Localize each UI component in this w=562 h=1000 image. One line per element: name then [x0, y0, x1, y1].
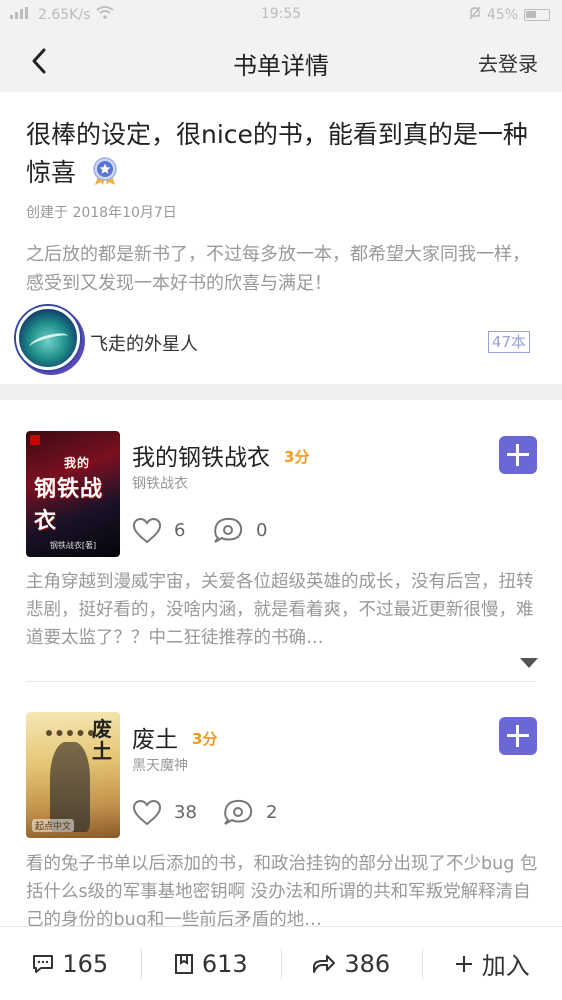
comments-count: 165 — [62, 949, 109, 978]
medal-icon — [90, 156, 120, 186]
book-score: 3分 — [192, 730, 218, 748]
booklist-header: 很棒的设定，很nice的书，能看到真的是一种惊喜 创建于 2018年10月7日 … — [0, 92, 562, 384]
book-score: 3分 — [284, 448, 310, 466]
comment-count: 2 — [266, 802, 278, 823]
book-title-text: 我的钢铁战衣 — [132, 445, 270, 471]
heart-icon — [132, 799, 162, 826]
book-item[interactable]: 我的 钢铁战衣 钢铁战衣[著] 我的钢铁战衣 3分 钢铁战衣 6 0 主角穿越到漫… — [0, 400, 562, 682]
booklist-title: 很棒的设定，很nice的书，能看到真的是一种惊喜 — [26, 116, 541, 192]
add-book-button[interactable] — [499, 717, 537, 755]
cover-subtitle: 钢铁战衣[著] — [49, 541, 97, 550]
bookmark-icon — [174, 953, 193, 974]
heart-icon — [132, 517, 162, 544]
like-count: 38 — [174, 802, 197, 823]
comment-bubble-icon — [33, 954, 54, 973]
mute-icon — [469, 6, 481, 24]
nav-bar: 书单详情 去登录 — [0, 30, 562, 92]
status-bar: 2.65K/s 19:55 45% — [0, 0, 562, 30]
author-name[interactable]: 飞走的外星人 — [90, 330, 198, 356]
expand-icon[interactable] — [520, 658, 538, 668]
battery-level: 45% — [486, 7, 518, 23]
booklist-description: 之后放的都是新书了，不过每多放一本，都希望大家同我一样，感受到又发现一本好书的欣… — [26, 244, 530, 294]
cover-title: 废土 — [92, 717, 112, 763]
cover-title: 钢铁战衣 — [34, 477, 104, 534]
join-button[interactable]: 加入 — [421, 927, 562, 1000]
book-count-badge: 47本 — [487, 331, 530, 353]
share-button[interactable]: 386 — [281, 927, 422, 1000]
comment-button[interactable]: 0 — [212, 517, 267, 544]
add-book-button[interactable] — [499, 436, 537, 474]
share-count: 386 — [344, 949, 391, 978]
comment-icon — [224, 799, 253, 825]
cover-footer: 起点中文 — [32, 819, 75, 832]
book-title[interactable]: 废土 3分 — [132, 720, 217, 754]
book-title-text: 废土 — [132, 727, 178, 753]
bookmark-count: 613 — [201, 949, 248, 978]
section-divider — [0, 384, 562, 400]
join-label: 加入 — [481, 952, 530, 980]
book-cover[interactable]: 废土 起点中文 — [26, 712, 120, 838]
cover-title-small: 我的 — [63, 456, 90, 470]
comment-count: 0 — [256, 520, 268, 541]
plus-icon — [455, 955, 472, 972]
like-count: 6 — [174, 520, 186, 541]
book-author: 黑天魔神 — [132, 758, 188, 774]
login-link[interactable]: 去登录 — [478, 48, 538, 77]
book-review: 主角穿越到漫威宇宙，关爱各位超级英雄的成长，没有后宫，扭转悲剧，挺好看的，没啥内… — [26, 572, 534, 648]
book-item[interactable]: 废土 起点中文 废土 3分 黑天魔神 38 2 看的兔子书单以后添加的书，和政治挂… — [0, 682, 562, 930]
comments-button[interactable]: 165 — [0, 927, 141, 1000]
publisher-logo — [30, 435, 40, 445]
share-icon — [313, 954, 336, 973]
like-button[interactable]: 6 — [132, 517, 185, 544]
book-cover[interactable]: 我的 钢铁战衣 钢铁战衣[著] — [26, 431, 120, 557]
like-button[interactable]: 38 — [132, 799, 197, 826]
book-review: 看的兔子书单以后添加的书，和政治挂钩的部分出现了不少bug 包括什么s级的军事基… — [26, 854, 538, 930]
comment-button[interactable]: 2 — [222, 799, 277, 826]
book-author: 钢铁战衣 — [132, 476, 188, 492]
bottom-action-bar: 165 613 386 加入 — [0, 926, 562, 1000]
comment-icon — [214, 517, 243, 543]
book-title[interactable]: 我的钢铁战衣 3分 — [132, 438, 309, 472]
bookmark-button[interactable]: 613 — [140, 927, 282, 1000]
battery-icon — [524, 9, 550, 21]
author-avatar[interactable] — [16, 306, 80, 370]
created-date: 创建于 2018年10月7日 — [26, 205, 177, 221]
